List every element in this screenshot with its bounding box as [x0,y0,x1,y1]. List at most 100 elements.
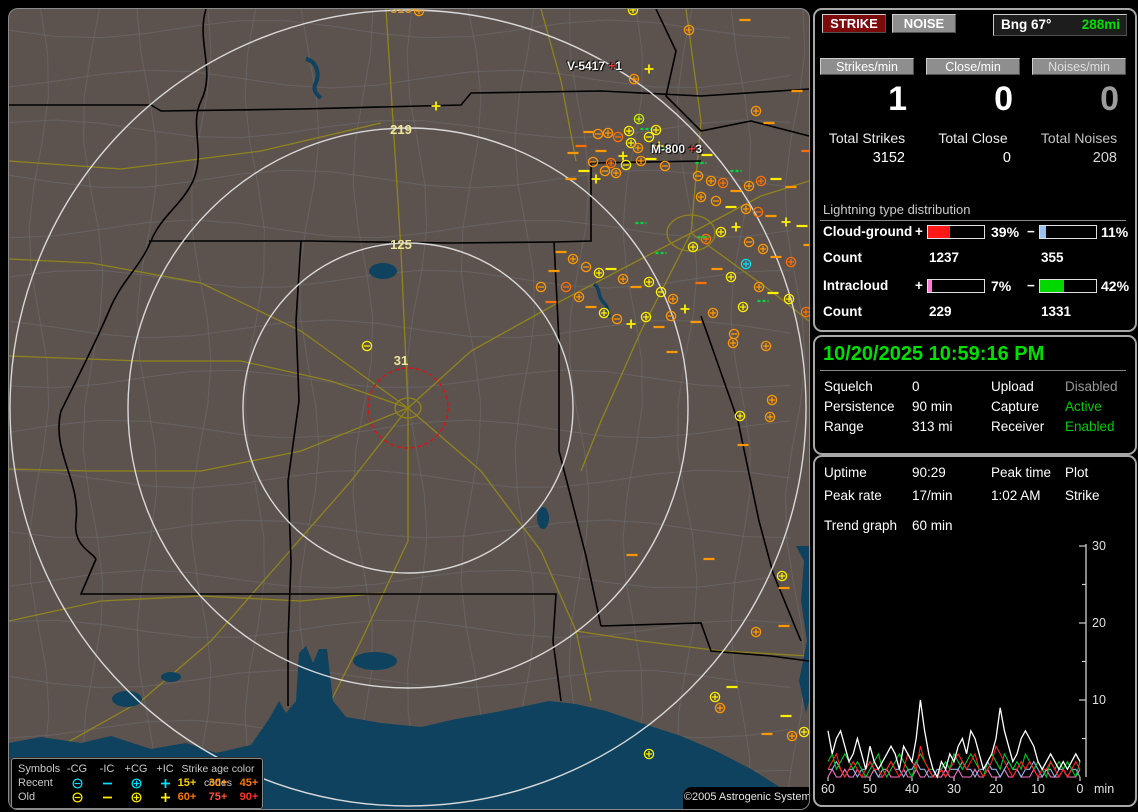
legend-row-label: Old [18,791,36,803]
cg-positive-icon [130,778,142,789]
upload-status: Disabled [1065,379,1118,394]
cg-plus-bar [927,225,985,239]
trend-graph-chart: 30 20 10 60 50 40 30 20 10 0 min [821,539,1114,796]
uptime-label: Uptime [824,465,867,480]
svg-text:0: 0 [1077,782,1084,796]
noises-per-min-button[interactable]: Noises/min [1032,58,1126,75]
receiver-status: Enabled [1065,419,1115,434]
counters-panel: STRIKE NOISE Bng 67° 288mi Strikes/min 1… [813,8,1137,332]
plot-mode-value: Strike [1065,488,1100,503]
lightning-map[interactable]: 313 219 125 31 V-5417 +1 M-800 +3 Symbols -… [8,8,810,810]
legend-header-icneg: -IC [99,763,115,775]
age-code-30+: 30+ [208,777,228,789]
svg-text:31: 31 [394,353,408,368]
cloud-ground-count-row: Count 1237 355 [815,250,1135,266]
cg-minus-pct: 11% [1101,224,1129,240]
ic-positive-icon [160,778,170,788]
close-per-min-value: 0 [994,80,1013,118]
bearing-range-value: 288mi [1081,17,1120,32]
state-borders [9,9,809,706]
legend-header-icpos: +IC [156,763,174,775]
persistence-label: Persistence [824,399,895,414]
separator [820,370,1126,371]
legend-symbols [94,790,120,804]
total-strikes-label: Total Strikes [828,130,906,146]
bearing-value: Bng 67° [1001,17,1052,32]
trend-series-total-strikes [827,699,1081,779]
total-strikes-value: 3152 [872,150,905,166]
cloud-ground-row: Cloud-ground + 39% − 11% [815,224,1135,240]
map-canvas: 313 219 125 31 [9,9,809,809]
cell-id: M-800 [651,142,686,156]
receiver-label: Receiver [991,419,1045,434]
total-close-value: 0 [1002,150,1011,166]
cg-minus-count: 355 [1041,250,1064,265]
squelch-value: 0 [912,379,920,394]
age-code-75+: 75+ [208,791,228,803]
ring-labels: 313 219 125 31 [390,9,412,368]
range-value: 313 mi [912,419,953,434]
bearing-display: Bng 67° 288mi [993,14,1127,36]
noise-toggle-button[interactable]: NOISE [892,14,956,33]
close-per-min-column: Close/min 0 Total Close 0 [923,58,1023,166]
svg-text:60: 60 [821,782,835,796]
ic-minus-bar [1039,279,1097,293]
intracloud-count-row: Count 229 1331 [815,304,1135,320]
svg-text:219: 219 [390,122,412,137]
cloud-ground-label: Cloud-ground [823,224,913,239]
total-noises-value: 208 [1092,150,1117,166]
ic-plus-bar [927,279,985,293]
datetime-display: 10/20/2025 10:59:16 PM [823,343,1045,365]
strikes-per-min-button[interactable]: Strikes/min [820,58,914,75]
svg-text:30: 30 [947,782,961,796]
svg-text:min: min [1094,782,1114,796]
strike-toggle-button[interactable]: STRIKE [822,14,886,33]
total-noises-label: Total Noises [1040,130,1118,146]
cg-negative-icon [71,778,83,789]
minus-sign: − [1027,278,1035,293]
ic-positive-icon [160,792,170,802]
svg-text:50: 50 [863,782,877,796]
svg-text:40: 40 [905,782,919,796]
svg-text:125: 125 [390,237,412,252]
legend-header-symbols: Symbols [18,763,61,775]
ic-minus-count: 1331 [1041,304,1072,319]
range-label: Range [824,419,864,434]
persistence-value: 90 min [912,399,953,414]
storm-cell-label-v5417: V-5417 +1 [567,59,622,73]
count-label: Count [823,304,862,319]
status-panel: 10/20/2025 10:59:16 PM Squelch 0 Upload … [813,335,1137,455]
strikes-per-min-value: 1 [888,80,907,118]
ic-negative-icon [102,782,112,784]
plot-label: Plot [1065,465,1089,480]
separator [820,220,1126,221]
legend-symbols [120,776,152,790]
strikes-per-min-column: Strikes/min 1 Total Strikes 3152 [817,58,917,166]
legend-symbols [94,776,120,790]
age-code-90+: 90+ [239,791,259,803]
svg-text:313: 313 [390,9,412,16]
trend-series-ic-negative [827,752,1081,779]
ic-plus-pct: 7% [991,278,1012,294]
copyright-text: ©2005 Astrogenic Systems [683,787,809,809]
intracloud-label: Intracloud [823,278,889,293]
capture-label: Capture [991,399,1040,414]
upload-label: Upload [991,379,1034,394]
capture-status: Active [1065,399,1102,414]
age-code-60+: 60+ [177,791,197,803]
storm-cell-label-m800: M-800 +3 [651,142,702,156]
cell-count: 3 [695,142,703,156]
svg-text:20: 20 [989,782,1003,796]
ic-minus-pct: 42% [1101,278,1130,294]
distribution-title: Lightning type distribution [823,202,971,217]
cg-plus-count: 1237 [929,250,960,265]
close-per-min-button[interactable]: Close/min [926,58,1020,75]
total-close-label: Total Close [938,130,1008,146]
noises-per-min-column: Noises/min 0 Total Noises 208 [1029,58,1129,166]
plus-sign: + [915,224,923,239]
cg-plus-pct: 39% [991,224,1020,240]
intracloud-row: Intracloud + 7% − 42% [815,278,1135,294]
svg-text:10: 10 [1031,782,1045,796]
legend-symbols [120,790,152,804]
cg-minus-bar [1039,225,1097,239]
